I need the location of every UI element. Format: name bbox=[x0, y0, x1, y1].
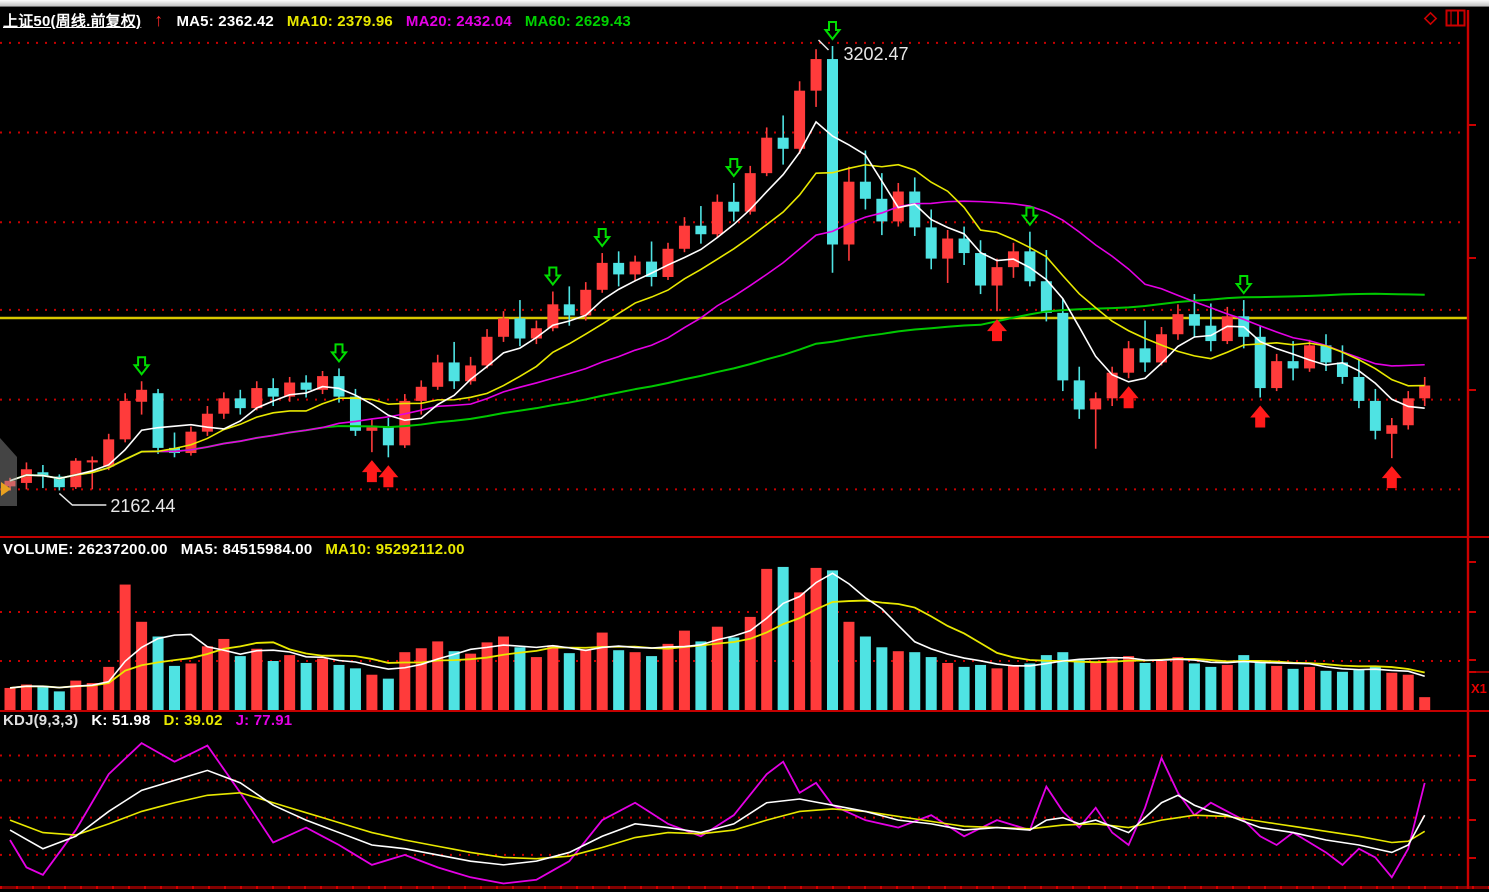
diamond-icon[interactable] bbox=[1422, 10, 1439, 27]
svg-text:3202.47: 3202.47 bbox=[844, 44, 909, 64]
volume-header: VOLUME: 26237200.00 MA5: 84515984.00 MA1… bbox=[3, 541, 465, 558]
svg-text:2162.44: 2162.44 bbox=[110, 496, 175, 516]
ma60-readout[interactable]: MA60: 2629.43 bbox=[525, 13, 631, 30]
corner-icons bbox=[1422, 9, 1466, 27]
volume-readout[interactable]: VOLUME: 26237200.00 bbox=[3, 541, 168, 558]
ma20-readout[interactable]: MA20: 2432.04 bbox=[406, 13, 512, 30]
zoom-scale-label: X1 bbox=[1471, 681, 1487, 696]
volume-ma5-readout[interactable]: MA5: 84515984.00 bbox=[181, 541, 313, 558]
kdj-j-readout[interactable]: J: 77.91 bbox=[236, 712, 293, 729]
kdj-indicator-label[interactable]: KDJ(9,3,3) bbox=[3, 712, 78, 729]
scroll-left-arrow-icon bbox=[1, 482, 11, 496]
price-header: 上证50(周线.前复权) ↑ MA5: 2362.42 MA10: 2379.9… bbox=[3, 10, 631, 31]
bottom-time-axis bbox=[0, 886, 1489, 889]
volume-chart-canvas[interactable] bbox=[0, 538, 1468, 710]
chart-title[interactable]: 上证50(周线.前复权) bbox=[3, 10, 141, 31]
window-split-icon[interactable] bbox=[1445, 9, 1466, 27]
volume-ma10-readout[interactable]: MA10: 95292112.00 bbox=[325, 541, 464, 558]
app-window: 上证50(周线.前复权) ↑ MA5: 2362.42 MA10: 2379.9… bbox=[0, 0, 1489, 892]
kdj-d-readout[interactable]: D: 39.02 bbox=[164, 712, 223, 729]
ma10-readout[interactable]: MA10: 2379.96 bbox=[287, 13, 393, 30]
kdj-header: KDJ(9,3,3) K: 51.98 D: 39.02 J: 77.91 bbox=[3, 712, 292, 729]
price-chart-canvas[interactable]: 3202.47 2162.44 bbox=[0, 0, 1468, 536]
price-volume-divider[interactable] bbox=[0, 536, 1489, 538]
kdj-chart-canvas[interactable] bbox=[0, 712, 1468, 886]
up-arrow-icon: ↑ bbox=[154, 13, 163, 27]
kdj-k-readout[interactable]: K: 51.98 bbox=[91, 712, 150, 729]
ma5-readout[interactable]: MA5: 2362.42 bbox=[176, 13, 273, 30]
right-price-axis bbox=[1466, 0, 1489, 892]
